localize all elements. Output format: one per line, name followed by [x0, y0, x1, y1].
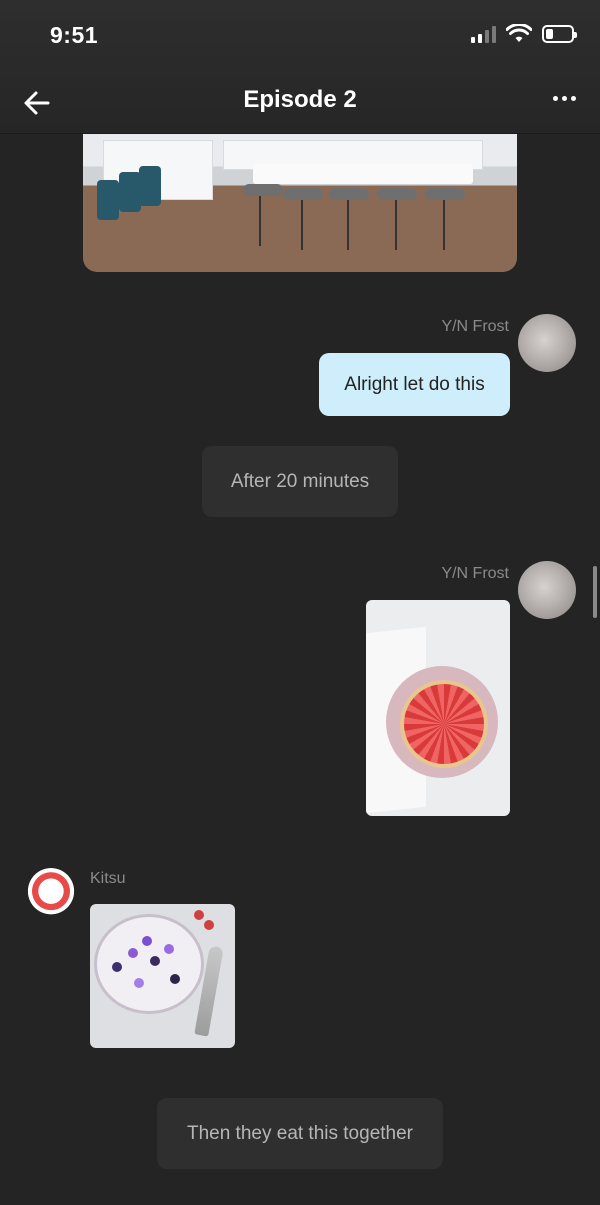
cellular-signal-icon [471, 25, 496, 43]
more-options-button[interactable] [553, 96, 576, 101]
battery-icon [542, 25, 577, 43]
scrollbar[interactable] [593, 566, 597, 618]
status-time: 9:51 [50, 22, 99, 48]
strawberry-tart-photo[interactable] [366, 600, 510, 816]
avatar[interactable] [518, 561, 576, 619]
sender-name: Kitsu [90, 870, 126, 887]
page-title: Episode 2 [243, 86, 357, 113]
narration-bubble: Then they eat this together [157, 1098, 443, 1169]
berry-bowl-photo[interactable] [90, 904, 235, 1048]
avatar[interactable] [518, 314, 576, 372]
outgoing-message-bubble: Alright let do this [319, 353, 510, 416]
chat-screen: 9:51 Episode 2 Y/N Frost Alright let do … [0, 0, 600, 1205]
more-dots-icon [553, 96, 558, 101]
narration-bubble: After 20 minutes [202, 446, 398, 517]
battery-level [546, 29, 553, 39]
top-bar: 9:51 Episode 2 [0, 0, 600, 134]
sender-name: Y/N Frost [441, 565, 509, 582]
status-icons [471, 24, 577, 44]
avatar[interactable] [23, 866, 79, 922]
wifi-icon [506, 24, 532, 42]
sender-name: Y/N Frost [441, 318, 509, 335]
